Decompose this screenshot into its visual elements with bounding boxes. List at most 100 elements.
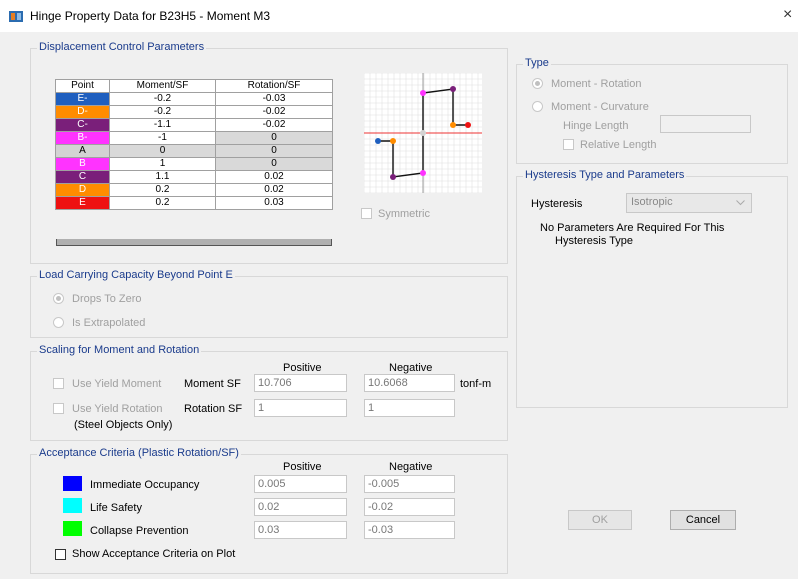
- rotation-cell[interactable]: 0: [215, 131, 333, 145]
- immediate-occupancy-negative-input[interactable]: -0.005: [364, 475, 455, 493]
- moment-cell[interactable]: 1.1: [109, 170, 216, 184]
- header-moment: Moment/SF: [109, 79, 216, 93]
- drops-to-zero-radio[interactable]: [53, 293, 64, 304]
- life-safety-negative-input[interactable]: -0.02: [364, 498, 455, 516]
- rotation-sf-negative-input[interactable]: 1: [364, 399, 455, 417]
- table-row[interactable]: C 1.1 0.02: [55, 170, 333, 184]
- moment-cell[interactable]: -0.2: [109, 105, 216, 119]
- rotation-cell[interactable]: 0.02: [215, 183, 333, 197]
- table-row[interactable]: E 0.2 0.03: [55, 196, 333, 210]
- hysteresis-note-line2: Hysteresis Type: [555, 235, 634, 247]
- point-cell[interactable]: D-: [55, 105, 110, 119]
- rotation-cell[interactable]: 0: [215, 157, 333, 171]
- hysteresis-select[interactable]: Isotropic: [626, 193, 752, 213]
- curve-point-e: [465, 122, 471, 128]
- curve-point-c-neg: [390, 174, 396, 180]
- show-criteria-on-plot-checkbox[interactable]: [55, 549, 66, 560]
- moment-sf-label: Moment SF: [184, 378, 241, 390]
- close-icon[interactable]: ×: [783, 6, 792, 24]
- symmetric-label: Symmetric: [378, 208, 430, 220]
- life-safety-label: Life Safety: [90, 502, 142, 514]
- moment-unit-label: tonf-m: [460, 378, 492, 390]
- use-yield-moment-checkbox[interactable]: [53, 378, 64, 389]
- moment-cell[interactable]: -1: [109, 131, 216, 145]
- hysteresis-note-line1: No Parameters Are Required For This: [540, 222, 725, 234]
- moment-cell[interactable]: 0: [109, 144, 216, 158]
- rotation-sf-label: Rotation SF: [184, 403, 243, 415]
- moment-sf-positive-input[interactable]: 10.706: [254, 374, 347, 392]
- table-row[interactable]: B- -1 0: [55, 131, 333, 145]
- point-cell[interactable]: B-: [55, 131, 110, 145]
- hinge-curve-plot: [364, 73, 482, 193]
- curve-point-d-neg: [390, 138, 396, 144]
- moment-cell[interactable]: -0.2: [109, 92, 216, 106]
- app-icon: [9, 11, 23, 22]
- point-cell[interactable]: E-: [55, 92, 110, 106]
- rotation-sf-positive-input[interactable]: 1: [254, 399, 347, 417]
- life-safety-positive-input[interactable]: 0.02: [254, 498, 347, 516]
- life-safety-color-swatch[interactable]: [63, 498, 82, 513]
- table-row[interactable]: D 0.2 0.02: [55, 183, 333, 197]
- rotation-cell[interactable]: 0.03: [215, 196, 333, 210]
- moment-cell[interactable]: 0.2: [109, 196, 216, 210]
- hysteresis-group-label: Hysteresis Type and Parameters: [523, 169, 687, 181]
- is-extrapolated-radio[interactable]: [53, 317, 64, 328]
- table-row[interactable]: A00: [55, 144, 333, 158]
- header-rotation: Rotation/SF: [215, 79, 333, 93]
- hysteresis-label: Hysteresis: [531, 198, 583, 210]
- ok-button[interactable]: OK: [568, 510, 632, 530]
- moment-cell[interactable]: -1.1: [109, 118, 216, 132]
- moment-sf-negative-input[interactable]: 10.6068: [364, 374, 455, 392]
- is-extrapolated-label: Is Extrapolated: [72, 317, 146, 329]
- rotation-cell[interactable]: 0.02: [215, 170, 333, 184]
- show-criteria-on-plot-label: Show Acceptance Criteria on Plot: [72, 548, 236, 560]
- moment-rotation-radio[interactable]: [532, 78, 543, 89]
- collapse-prevention-negative-input[interactable]: -0.03: [364, 521, 455, 539]
- rotation-cell[interactable]: -0.02: [215, 118, 333, 132]
- point-cell[interactable]: C: [55, 170, 110, 184]
- relative-length-label: Relative Length: [580, 139, 657, 151]
- steel-objects-note: (Steel Objects Only): [74, 419, 173, 431]
- cancel-button[interactable]: Cancel: [670, 510, 736, 530]
- collapse-prevention-positive-input[interactable]: 0.03: [254, 521, 347, 539]
- point-cell[interactable]: D: [55, 183, 110, 197]
- immediate-occupancy-color-swatch[interactable]: [63, 476, 82, 491]
- table-row[interactable]: B10: [55, 157, 333, 171]
- displacement-group-label: Displacement Control Parameters: [37, 41, 207, 53]
- rotation-cell[interactable]: 0: [215, 144, 333, 158]
- scaling-negative-header: Negative: [389, 362, 433, 374]
- relative-length-checkbox[interactable]: [563, 139, 574, 150]
- moment-cell[interactable]: 0.2: [109, 183, 216, 197]
- collapse-prevention-color-swatch[interactable]: [63, 521, 82, 536]
- hinge-length-input[interactable]: [660, 115, 751, 133]
- window-title: Hinge Property Data for B23H5 - Moment M…: [30, 9, 271, 23]
- scaling-group-label: Scaling for Moment and Rotation: [37, 344, 202, 356]
- acceptance-negative-header: Negative: [389, 461, 433, 473]
- table-row[interactable]: D- -0.2 -0.02: [55, 105, 333, 119]
- curve-point-d: [450, 122, 456, 128]
- rotation-cell[interactable]: -0.03: [215, 92, 333, 106]
- rotation-cell[interactable]: -0.02: [215, 105, 333, 119]
- collapse-prevention-label: Collapse Prevention: [90, 525, 189, 537]
- point-cell[interactable]: A: [55, 144, 110, 158]
- moment-curvature-label: Moment - Curvature: [551, 101, 649, 113]
- table-row[interactable]: E- -0.2 -0.03: [55, 92, 333, 106]
- use-yield-rotation-label: Use Yield Rotation: [72, 403, 163, 415]
- curve-point-c: [450, 86, 456, 92]
- moment-cell[interactable]: 1: [109, 157, 216, 171]
- symmetric-checkbox[interactable]: [361, 208, 372, 219]
- point-cell[interactable]: C-: [55, 118, 110, 132]
- use-yield-moment-label: Use Yield Moment: [72, 378, 162, 390]
- immediate-occupancy-positive-input[interactable]: 0.005: [254, 475, 347, 493]
- moment-curvature-radio[interactable]: [532, 101, 543, 112]
- point-cell[interactable]: E: [55, 196, 110, 210]
- curve-point-b-neg: [420, 170, 426, 176]
- use-yield-rotation-checkbox[interactable]: [53, 403, 64, 414]
- point-cell[interactable]: B: [55, 157, 110, 171]
- table-row[interactable]: C- -1.1 -0.02: [55, 118, 333, 132]
- immediate-occupancy-label: Immediate Occupancy: [90, 479, 200, 491]
- table-scrollbar[interactable]: [56, 239, 332, 246]
- moment-rotation-label: Moment - Rotation: [551, 78, 642, 90]
- hysteresis-select-value: Isotropic: [631, 196, 673, 208]
- points-table[interactable]: Point Moment/SF Rotation/SF E- -0.2 -0.03 D…: [55, 79, 333, 210]
